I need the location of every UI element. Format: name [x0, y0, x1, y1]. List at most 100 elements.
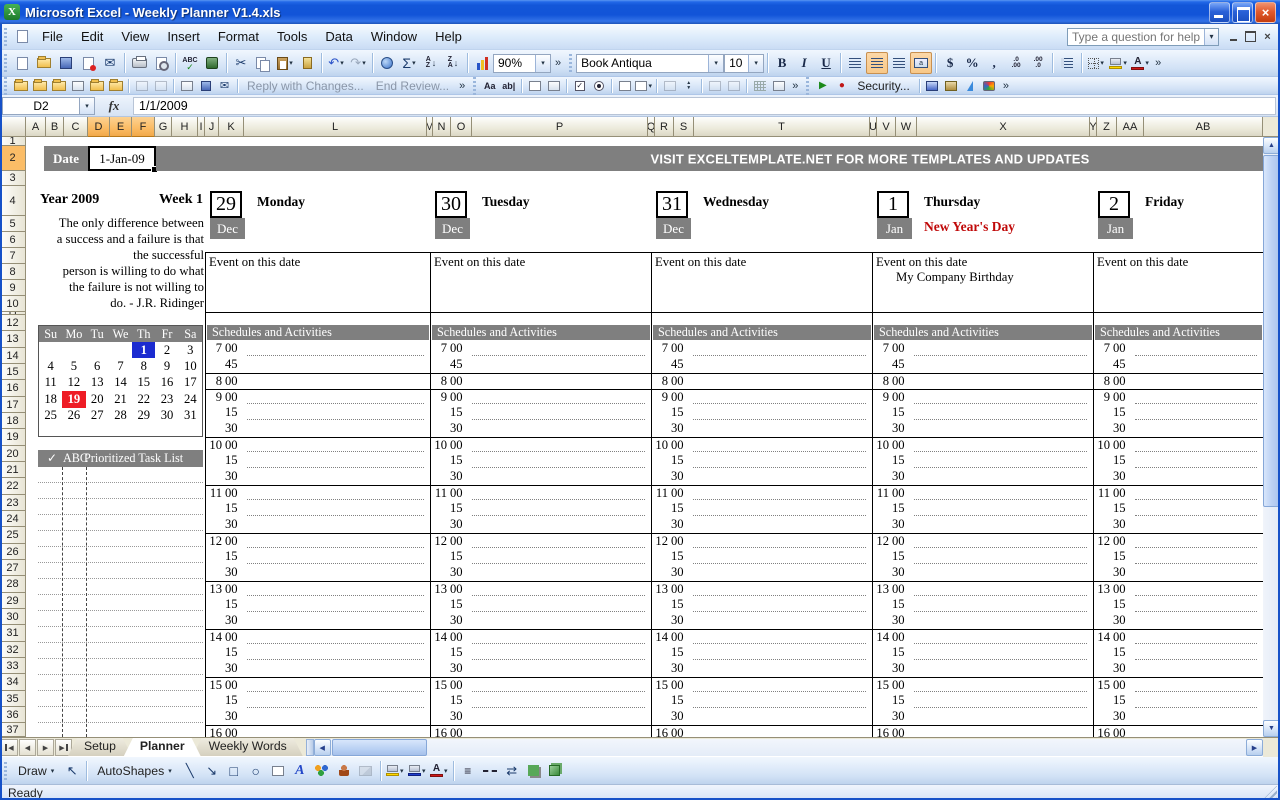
row-header[interactable]: 3: [0, 171, 26, 186]
insert-picture-icon[interactable]: [355, 760, 377, 782]
time-slot[interactable]: 1100: [1093, 485, 1263, 501]
row-header[interactable]: 18: [0, 413, 26, 429]
row-header[interactable]: 35: [0, 691, 26, 707]
increase-indent-icon[interactable]: [1056, 52, 1078, 74]
time-slot[interactable]: 15: [205, 501, 430, 517]
text-box-icon[interactable]: [267, 760, 289, 782]
column-header[interactable]: AB: [1144, 117, 1263, 137]
insert-function-icon[interactable]: fx: [95, 98, 133, 114]
time-slot[interactable]: 1400: [430, 629, 651, 645]
row-header[interactable]: 32: [0, 642, 26, 658]
save-version-icon[interactable]: [196, 78, 215, 94]
line-style-icon[interactable]: ≡: [457, 760, 479, 782]
next-comment-icon[interactable]: [49, 78, 68, 94]
edit-box-icon[interactable]: ab|: [499, 78, 518, 94]
dash-style-icon[interactable]: [479, 760, 501, 782]
time-slot[interactable]: 30: [430, 661, 651, 677]
time-slot[interactable]: 1600: [430, 725, 651, 737]
name-box[interactable]: D2: [2, 97, 80, 115]
mail-recipient-icon[interactable]: ✉: [215, 78, 234, 94]
column-header[interactable]: D: [88, 117, 110, 137]
row-header[interactable]: 20: [0, 446, 26, 462]
tab-split-handle[interactable]: [306, 739, 314, 756]
time-slot[interactable]: 800: [430, 373, 651, 389]
rectangle-icon[interactable]: □: [223, 760, 245, 782]
time-slot[interactable]: 1300: [205, 581, 430, 597]
row-header[interactable]: 9: [0, 280, 26, 296]
row-header[interactable]: 5: [0, 216, 26, 232]
merge-center-icon[interactable]: a: [910, 52, 932, 74]
row-header[interactable]: 36: [0, 707, 26, 723]
row-header[interactable]: 10: [0, 296, 26, 312]
reply-with-changes-button[interactable]: Reply with Changes...: [241, 79, 370, 93]
time-slot[interactable]: 700: [1093, 341, 1263, 357]
column-header[interactable]: P: [472, 117, 648, 137]
time-slot[interactable]: 1500: [1093, 677, 1263, 693]
time-slot[interactable]: 30: [1093, 565, 1263, 581]
row-header[interactable]: 31: [0, 625, 26, 642]
time-slot[interactable]: 30: [205, 661, 430, 677]
horizontal-scroll-thumb[interactable]: [332, 739, 427, 756]
time-slot[interactable]: 30: [1093, 421, 1263, 437]
time-slot[interactable]: 30: [872, 469, 1093, 485]
time-slot[interactable]: 800: [651, 373, 872, 389]
spelling-icon[interactable]: ABC✓: [179, 52, 201, 74]
align-right-icon[interactable]: [888, 52, 910, 74]
menu-item[interactable]: View: [112, 25, 158, 48]
button-control-icon[interactable]: [544, 78, 563, 94]
scroll-left-icon[interactable]: ◀: [314, 739, 331, 756]
checkbox-control-icon[interactable]: ✓: [570, 78, 589, 94]
time-slot[interactable]: 30: [872, 565, 1093, 581]
row-header[interactable]: 14: [0, 348, 26, 364]
toolbar-grip[interactable]: [3, 762, 8, 780]
time-slot[interactable]: 1000: [651, 437, 872, 453]
doc-close-button[interactable]: ×: [1259, 29, 1276, 44]
time-slot[interactable]: 45: [430, 357, 651, 373]
column-header[interactable]: X: [917, 117, 1090, 137]
design-mode-icon[interactable]: [961, 78, 980, 94]
toolbar-grip[interactable]: [3, 28, 8, 46]
time-slot[interactable]: 30: [430, 517, 651, 533]
scroll-right-icon[interactable]: ▶: [1246, 739, 1263, 756]
row-header[interactable]: 15: [0, 364, 26, 380]
row-header[interactable]: 1: [0, 137, 26, 146]
time-slot[interactable]: 1100: [430, 485, 651, 501]
select-all-corner[interactable]: [0, 117, 26, 137]
column-header[interactable]: I: [198, 117, 205, 137]
column-header[interactable]: B: [46, 117, 64, 137]
time-slot[interactable]: 30: [651, 421, 872, 437]
font-color-icon[interactable]: A▾: [428, 760, 450, 782]
row-header[interactable]: 26: [0, 544, 26, 560]
time-slot[interactable]: 15: [1093, 597, 1263, 613]
time-slot[interactable]: 15: [872, 453, 1093, 469]
time-slot[interactable]: 15: [872, 645, 1093, 661]
zoom-dropdown-icon[interactable]: ▾: [535, 55, 550, 72]
column-header[interactable]: U: [870, 117, 877, 137]
formula-input[interactable]: 1/1/2009: [133, 97, 1276, 115]
column-header[interactable]: A: [26, 117, 46, 137]
column-header[interactable]: J: [205, 117, 219, 137]
edit-code-icon[interactable]: [724, 78, 743, 94]
menu-item[interactable]: Data: [316, 25, 361, 48]
row-header[interactable]: 13: [0, 331, 26, 348]
event-box[interactable]: Event on this date: [1093, 252, 1263, 313]
column-header[interactable]: Z: [1097, 117, 1117, 137]
toolbar-options-icon[interactable]: »: [551, 57, 565, 69]
previous-sheet-button[interactable]: ◀: [19, 739, 36, 756]
option-button-icon[interactable]: [589, 78, 608, 94]
doc-minimize-button[interactable]: [1225, 29, 1242, 44]
autosum-icon[interactable]: Σ▾: [398, 52, 420, 74]
time-slot[interactable]: 15: [430, 549, 651, 565]
redo-icon[interactable]: ↷▾: [347, 52, 369, 74]
column-header[interactable]: O: [451, 117, 472, 137]
event-box[interactable]: Event on this date My Company Birthday: [872, 252, 1093, 313]
time-slot[interactable]: 1200: [430, 533, 651, 549]
column-header[interactable]: V: [877, 117, 896, 137]
time-slot[interactable]: 30: [651, 469, 872, 485]
time-slot[interactable]: 15: [430, 693, 651, 709]
time-slot[interactable]: 1400: [651, 629, 872, 645]
accept-change-icon[interactable]: [132, 78, 151, 94]
toolbar-grip[interactable]: [472, 77, 477, 95]
menu-item[interactable]: File: [33, 25, 72, 48]
time-slot[interactable]: 30: [1093, 517, 1263, 533]
